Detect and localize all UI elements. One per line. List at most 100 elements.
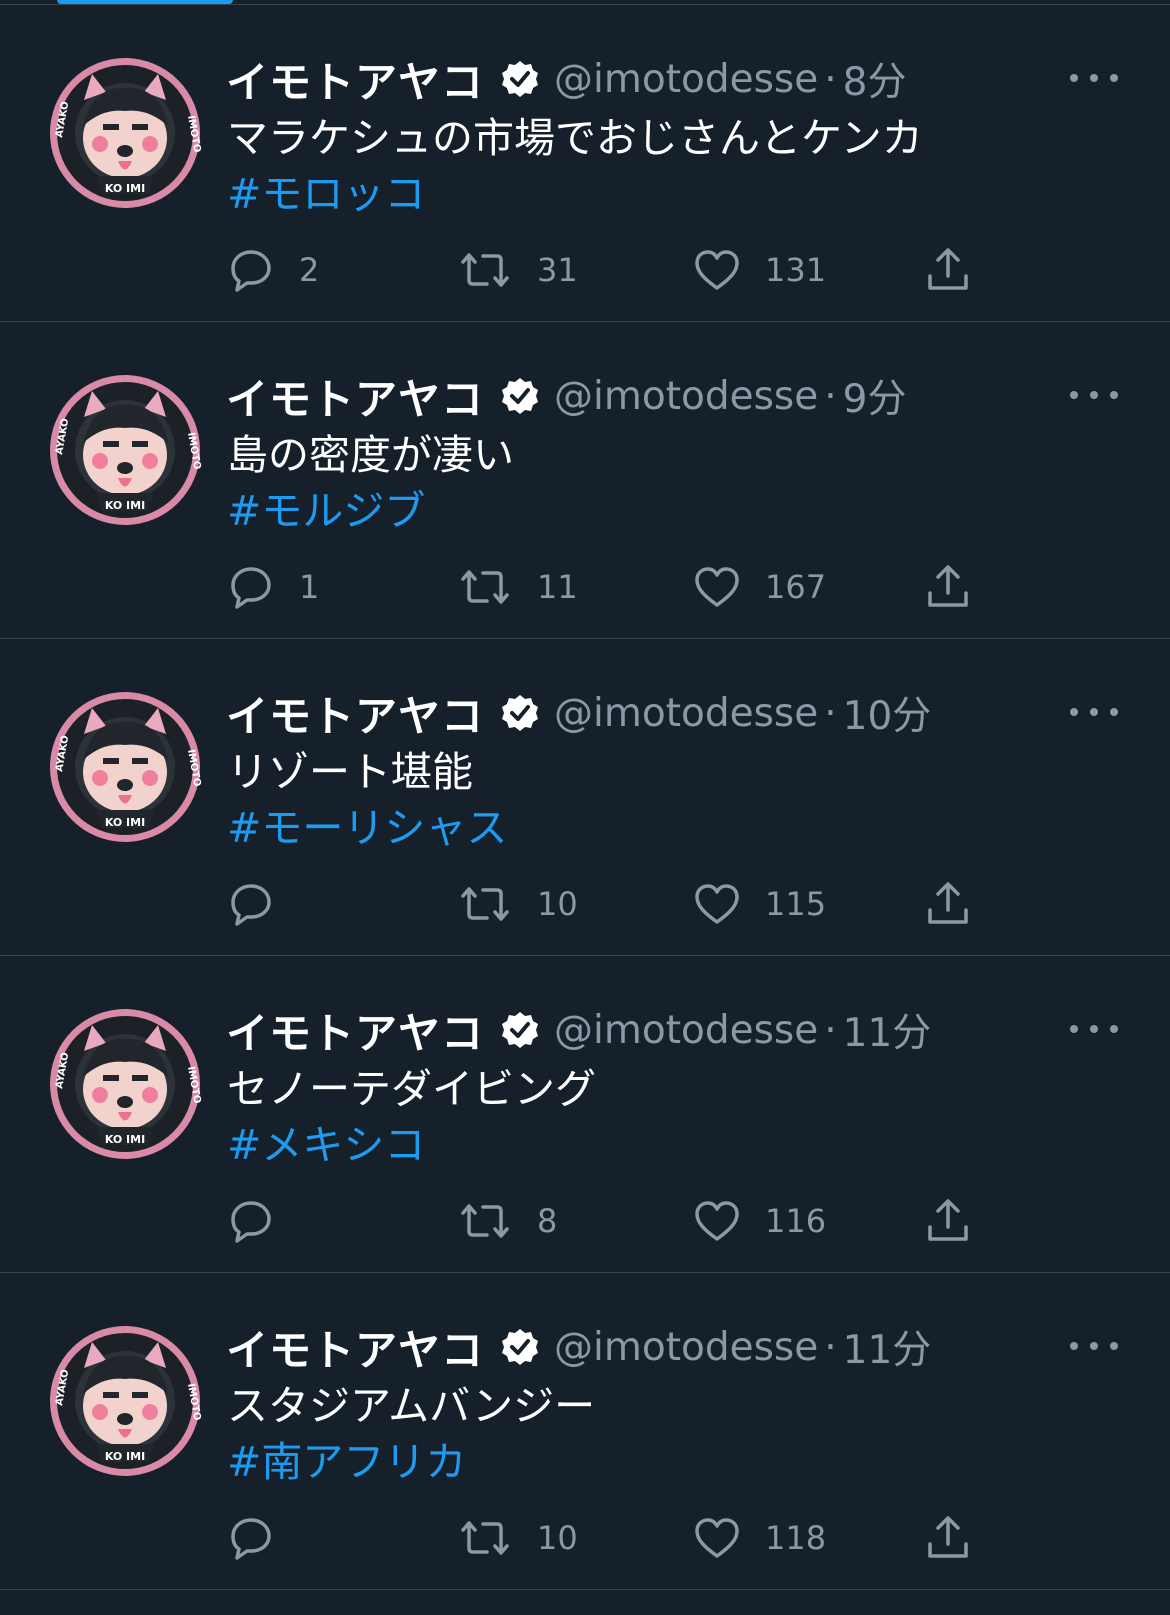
more-options-icon[interactable] <box>1070 63 1118 93</box>
tweet[interactable]: KO IMI AYAKO IMOTO イモトアヤコ @imotodesse · … <box>0 956 1170 1273</box>
tweet-text: 島の密度が凄い <box>227 431 514 479</box>
retweet-button[interactable]: 11 <box>457 562 578 612</box>
user-handle[interactable]: @imotodesse <box>554 691 818 736</box>
tweet-actions: 2 31 131 <box>227 245 987 295</box>
share-button[interactable] <box>924 562 972 612</box>
display-name[interactable]: イモトアヤコ <box>226 366 484 427</box>
reply-button[interactable]: 1 <box>227 562 319 612</box>
timestamp[interactable]: 11分 <box>843 1002 932 1058</box>
retweet-count: 10 <box>537 885 578 923</box>
svg-text:KO IMI: KO IMI <box>105 499 145 512</box>
svg-text:KO IMI: KO IMI <box>105 816 145 829</box>
reply-button[interactable] <box>227 1196 299 1246</box>
like-button[interactable]: 131 <box>693 245 826 295</box>
retweet-button[interactable]: 31 <box>457 245 578 295</box>
share-button[interactable] <box>924 1196 972 1246</box>
tweet-actions: 1 11 167 <box>227 562 987 612</box>
share-icon <box>924 880 972 928</box>
hashtag-link[interactable]: #モルジブ <box>227 483 425 539</box>
tweet-text: セノーテダイビング <box>227 1065 596 1113</box>
share-icon <box>924 563 972 611</box>
retweet-button[interactable]: 10 <box>457 1513 578 1563</box>
hashtag-link[interactable]: #モーリシャス <box>227 800 507 856</box>
reply-button[interactable] <box>227 1513 299 1563</box>
like-button[interactable]: 116 <box>693 1196 826 1246</box>
retweet-button[interactable]: 8 <box>457 1196 557 1246</box>
display-name[interactable]: イモトアヤコ <box>226 1000 484 1061</box>
share-button[interactable] <box>924 1513 972 1563</box>
separator-dot: · <box>824 56 837 102</box>
display-name[interactable]: イモトアヤコ <box>226 49 484 110</box>
heart-icon <box>693 880 741 928</box>
reply-icon <box>227 246 275 294</box>
like-button[interactable]: 118 <box>693 1513 826 1563</box>
like-button[interactable]: 115 <box>693 879 826 929</box>
share-button[interactable] <box>924 879 972 929</box>
like-count: 115 <box>765 885 827 923</box>
display-name[interactable]: イモトアヤコ <box>226 683 484 744</box>
share-icon <box>924 246 972 294</box>
tweet[interactable]: KO IMI AYAKO IMOTO イモトアヤコ @imotodesse · … <box>0 639 1170 956</box>
reply-icon <box>227 1514 275 1562</box>
avatar[interactable]: KO IMI AYAKO IMOTO <box>48 1324 202 1478</box>
retweet-icon <box>457 246 513 294</box>
timestamp[interactable]: 10分 <box>843 685 932 741</box>
avatar[interactable]: KO IMI AYAKO IMOTO <box>48 373 202 527</box>
tweet[interactable]: KO IMI AYAKO IMOTO イモトアヤコ @imotodesse · … <box>0 1273 1170 1590</box>
like-count: 118 <box>765 1519 827 1557</box>
tweet[interactable]: KO IMI AYAKO IMOTO イモトアヤコ @imotodesse · … <box>0 322 1170 639</box>
more-options-icon[interactable] <box>1070 1014 1118 1044</box>
hashtag-link[interactable]: #メキシコ <box>227 1117 425 1173</box>
svg-text:KO IMI: KO IMI <box>105 182 145 195</box>
tweet[interactable]: KO IMI AYAKO IMOTO イモトアヤコ @imotodesse · … <box>0 5 1170 322</box>
tweet-actions: 10 115 <box>227 879 987 929</box>
user-handle[interactable]: @imotodesse <box>554 1325 818 1370</box>
reply-button[interactable] <box>227 879 299 929</box>
timestamp[interactable]: 9分 <box>843 368 907 424</box>
heart-icon <box>693 1514 741 1562</box>
retweet-icon <box>457 1514 513 1562</box>
reply-count: 1 <box>299 568 320 606</box>
reply-count: 2 <box>299 251 320 289</box>
hashtag-link[interactable]: #モロッコ <box>227 166 425 222</box>
heart-icon <box>693 246 741 294</box>
verified-badge-icon <box>500 376 540 416</box>
retweet-icon <box>457 563 513 611</box>
tweet-header: イモトアヤコ @imotodesse · 8分 <box>226 49 906 109</box>
retweet-button[interactable]: 10 <box>457 879 578 929</box>
retweet-icon <box>457 880 513 928</box>
more-options-icon[interactable] <box>1070 697 1118 727</box>
share-icon <box>924 1197 972 1245</box>
tweet-header: イモトアヤコ @imotodesse · 9分 <box>226 366 906 426</box>
retweet-count: 11 <box>537 568 578 606</box>
separator-dot: · <box>824 373 837 419</box>
separator-dot: · <box>824 690 837 736</box>
verified-badge-icon <box>500 59 540 99</box>
hashtag-link[interactable]: #南アフリカ <box>227 1434 466 1490</box>
timestamp[interactable]: 11分 <box>843 1319 932 1375</box>
verified-badge-icon <box>500 693 540 733</box>
more-options-icon[interactable] <box>1070 1331 1118 1361</box>
tweet-text: スタジアムバンジー <box>227 1382 596 1430</box>
heart-icon <box>693 563 741 611</box>
like-button[interactable]: 167 <box>693 562 826 612</box>
user-handle[interactable]: @imotodesse <box>554 1008 818 1053</box>
share-button[interactable] <box>924 245 972 295</box>
reply-button[interactable]: 2 <box>227 245 319 295</box>
tweet-feed: KO IMI AYAKO IMOTO イモトアヤコ @imotodesse · … <box>0 5 1170 1590</box>
svg-text:KO IMI: KO IMI <box>105 1450 145 1463</box>
verified-badge-icon <box>500 1327 540 1367</box>
user-handle[interactable]: @imotodesse <box>554 57 818 102</box>
like-count: 167 <box>765 568 827 606</box>
display-name[interactable]: イモトアヤコ <box>226 1317 484 1378</box>
timestamp[interactable]: 8分 <box>843 51 907 107</box>
like-count: 131 <box>765 251 827 289</box>
avatar[interactable]: KO IMI AYAKO IMOTO <box>48 56 202 210</box>
heart-icon <box>693 1197 741 1245</box>
more-options-icon[interactable] <box>1070 380 1118 410</box>
tweet-actions: 10 118 <box>227 1513 987 1563</box>
svg-text:KO IMI: KO IMI <box>105 1133 145 1146</box>
avatar[interactable]: KO IMI AYAKO IMOTO <box>48 1007 202 1161</box>
user-handle[interactable]: @imotodesse <box>554 374 818 419</box>
avatar[interactable]: KO IMI AYAKO IMOTO <box>48 690 202 844</box>
